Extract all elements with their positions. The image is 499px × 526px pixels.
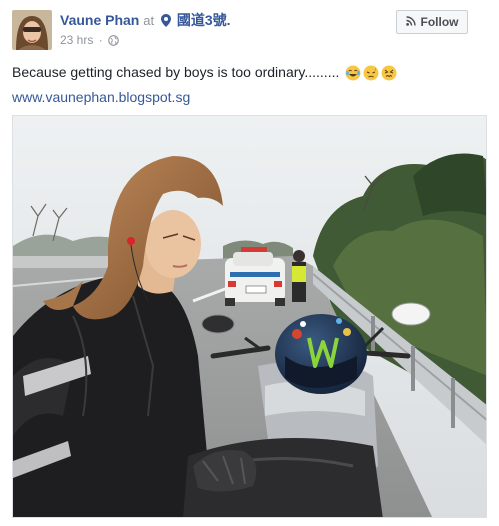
at-label: at xyxy=(143,13,155,28)
meta-separator: · xyxy=(98,33,103,47)
follow-label: Follow xyxy=(420,15,459,29)
blog-link[interactable]: www.vaunephan.blogspot.sg xyxy=(12,88,190,107)
timestamp[interactable]: 23 hrs xyxy=(60,33,93,47)
sad-sweat-emoji xyxy=(363,65,379,86)
facebook-post: Vaune Phan at 國道3號. 23 hrs · Follow Beca… xyxy=(0,0,499,526)
rss-follow-icon xyxy=(405,15,416,29)
post-header: Vaune Phan at 國道3號. xyxy=(60,11,231,31)
confounded-emoji xyxy=(381,65,397,86)
globe-icon[interactable] xyxy=(108,34,119,50)
post-meta: 23 hrs · xyxy=(60,32,119,50)
caption-text: Because getting chased by boys is too or… xyxy=(12,64,340,80)
post-photo[interactable] xyxy=(12,115,487,518)
avatar[interactable] xyxy=(12,10,52,50)
location-link[interactable]: 國道3號. xyxy=(177,12,231,28)
follow-button[interactable]: Follow xyxy=(396,10,468,34)
author-name[interactable]: Vaune Phan xyxy=(60,12,139,28)
post-caption: Because getting chased by boys is too or… xyxy=(12,63,397,86)
laughing-tears-emoji xyxy=(345,65,361,86)
map-pin-icon xyxy=(160,13,171,31)
